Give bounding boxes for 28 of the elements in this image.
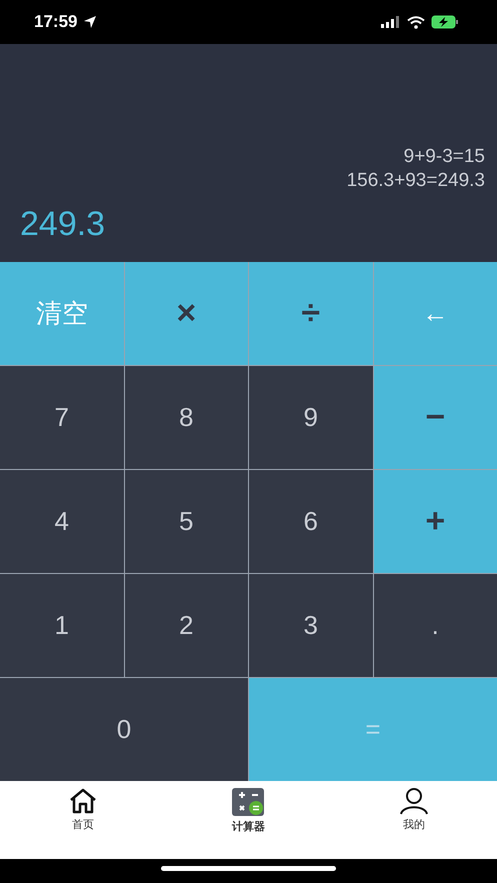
- history-line: 9+9-3=15: [402, 145, 485, 169]
- tab-item[interactable]: 我的: [354, 787, 474, 859]
- tab-item[interactable]: 首页: [22, 787, 143, 859]
- digit-key[interactable]: 2: [124, 574, 248, 677]
- digit-key[interactable]: 5: [124, 470, 248, 573]
- tab-item[interactable]: 计算器: [188, 787, 308, 859]
- digit-key[interactable]: 4: [0, 470, 124, 573]
- battery-charging-icon: [431, 15, 459, 29]
- digit-key[interactable]: .: [374, 574, 497, 677]
- result-value: 249.3: [20, 205, 106, 244]
- digit-key[interactable]: 1: [0, 574, 124, 677]
- digit-key[interactable]: 3: [249, 574, 372, 677]
- wifi-icon: [407, 16, 425, 28]
- operator-key[interactable]: ÷: [249, 262, 372, 365]
- signal-icon: [381, 16, 401, 28]
- location-arrow-icon: [83, 15, 98, 29]
- calculator-icon: [230, 787, 266, 817]
- operator-key[interactable]: ×: [124, 262, 248, 365]
- digit-key[interactable]: 9: [249, 366, 372, 469]
- digit-key[interactable]: 7: [0, 366, 124, 469]
- digit-key[interactable]: 6: [249, 470, 372, 573]
- history-line: 156.3+93=249.3: [346, 169, 485, 193]
- digit-key[interactable]: 8: [124, 366, 248, 469]
- status-time: 17:59: [34, 12, 78, 32]
- operator-key[interactable]: +: [374, 470, 497, 573]
- digit-key[interactable]: 0: [0, 678, 248, 781]
- person-icon: [398, 787, 430, 815]
- operator-key[interactable]: −: [374, 366, 497, 469]
